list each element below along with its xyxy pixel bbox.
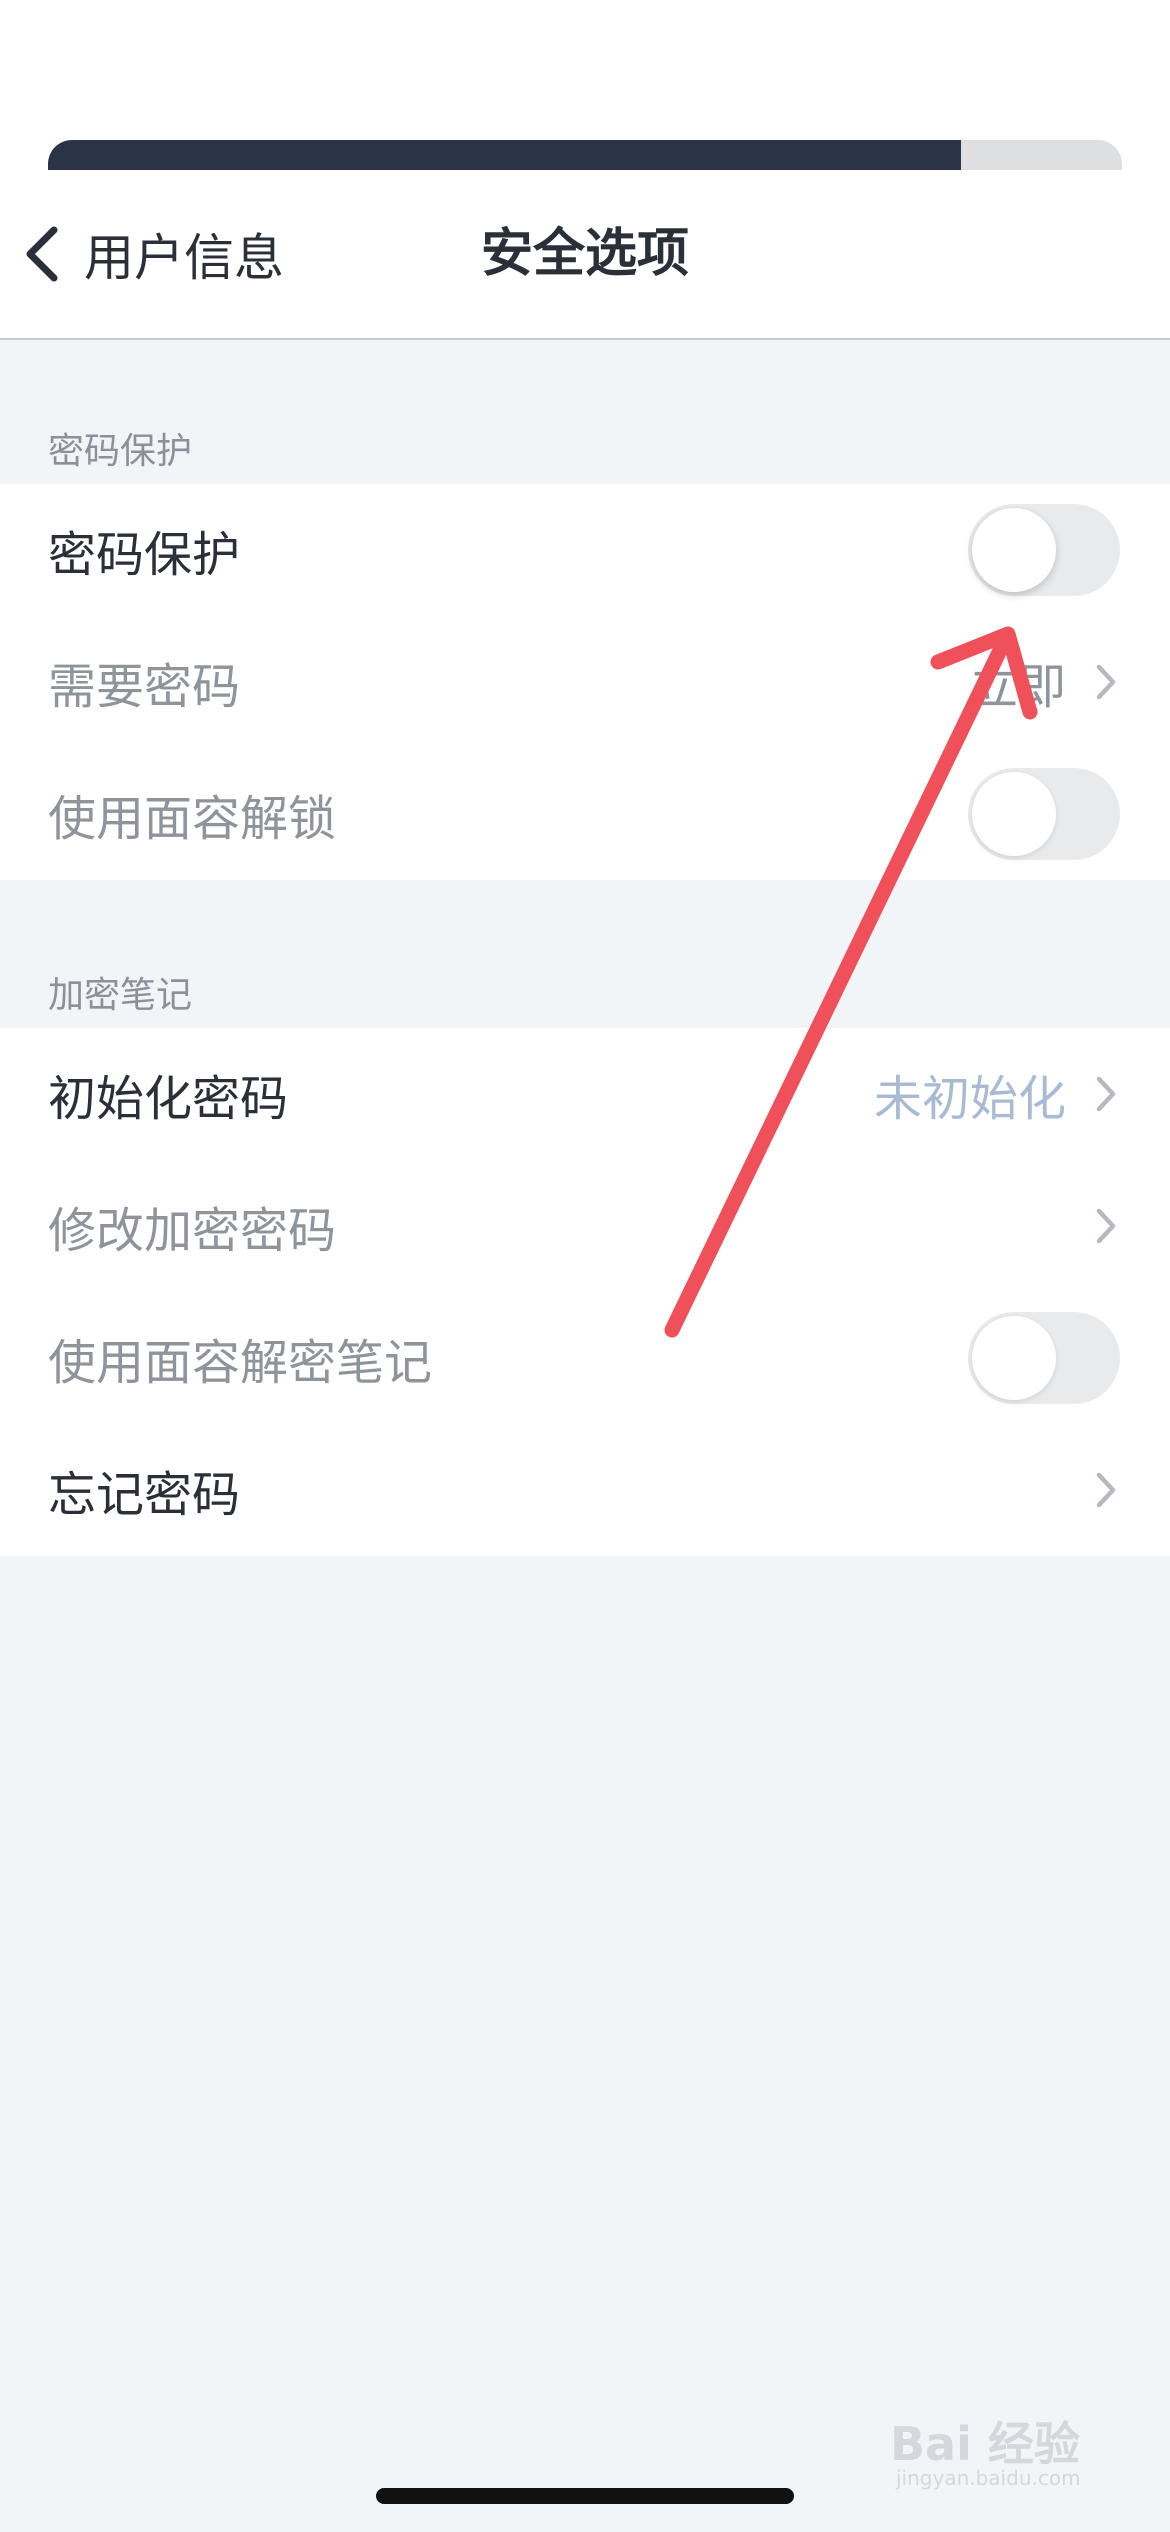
initialize-password-status: 未初始化 <box>873 1071 1066 1127</box>
group-password-protection: 密码保护 需要密码 立即 使用面容解锁 <box>0 484 1170 880</box>
row-face-unlock[interactable]: 使用面容解锁 <box>0 748 1170 880</box>
row-label: 修改加密密码 <box>48 1203 337 1259</box>
row-label: 忘记密码 <box>48 1467 241 1523</box>
row-require-password[interactable]: 需要密码 立即 <box>0 616 1170 748</box>
loading-progress-fill <box>48 140 961 170</box>
row-label: 需要密码 <box>48 659 241 715</box>
watermark-logo: Bai 经验 <box>890 2417 1080 2471</box>
row-initialize-password[interactable]: 初始化密码 未初始化 <box>0 1028 1170 1160</box>
password-protection-toggle[interactable] <box>968 504 1120 596</box>
loading-progress-bar <box>48 140 1122 170</box>
home-indicator <box>376 2488 794 2504</box>
row-label: 使用面容解密笔记 <box>48 1335 433 1391</box>
chevron-right-icon <box>1096 1208 1116 1244</box>
toggle-knob <box>972 1316 1056 1400</box>
chevron-right-icon <box>1096 1472 1116 1508</box>
navigation-bar: 用户信息 安全选项 <box>0 0 1170 340</box>
page-title: 安全选项 <box>480 224 689 284</box>
toggle-knob <box>972 772 1056 856</box>
row-face-decrypt-notes[interactable]: 使用面容解密笔记 <box>0 1292 1170 1424</box>
row-label: 使用面容解锁 <box>48 791 337 847</box>
row-label: 密码保护 <box>48 527 241 583</box>
group-encrypted-notes: 初始化密码 未初始化 修改加密密码 使用面容解密笔记 忘记密码 <box>0 1028 1170 1556</box>
section-title-encrypted-notes: 加密笔记 <box>48 975 193 1016</box>
chevron-right-icon <box>1096 1076 1116 1112</box>
section-title-password-protection: 密码保护 <box>48 431 193 472</box>
face-unlock-toggle[interactable] <box>968 768 1120 860</box>
toggle-knob <box>972 508 1056 592</box>
row-change-encryption-password[interactable]: 修改加密密码 <box>0 1160 1170 1292</box>
require-password-value: 立即 <box>969 659 1066 715</box>
row-label: 初始化密码 <box>48 1071 289 1127</box>
face-decrypt-notes-toggle[interactable] <box>968 1312 1120 1404</box>
row-forgot-password[interactable]: 忘记密码 <box>0 1424 1170 1556</box>
chevron-right-icon <box>1096 664 1116 700</box>
watermark-site: jingyan.baidu.com <box>896 2466 1081 2490</box>
row-password-protection[interactable]: 密码保护 <box>0 484 1170 616</box>
